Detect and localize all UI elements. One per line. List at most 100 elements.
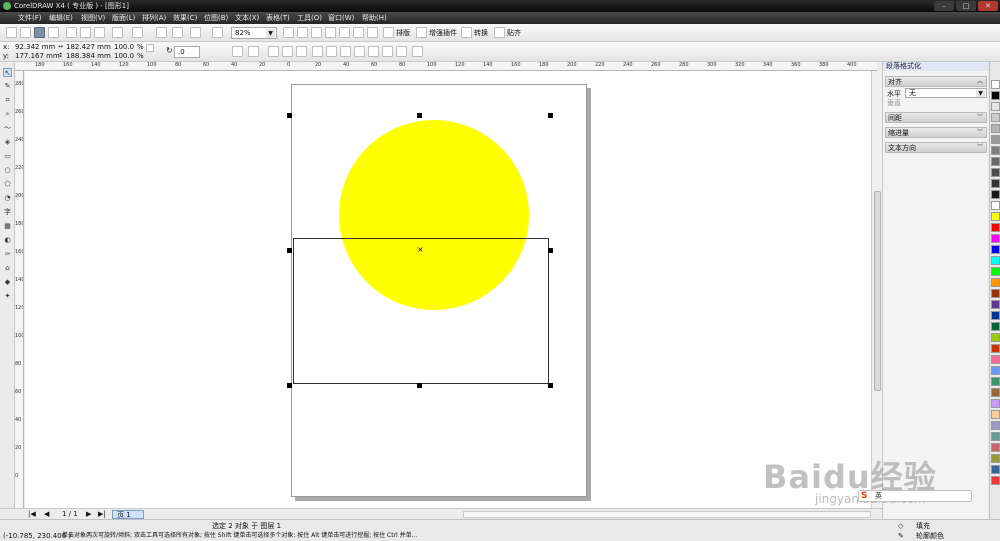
simplify-icon[interactable] [354, 46, 365, 57]
selection-handle[interactable] [287, 383, 292, 388]
menu-text[interactable]: 文本(X) [235, 12, 259, 24]
eyedropper-tool-icon[interactable]: ✑ [3, 250, 12, 259]
intersect-icon[interactable] [340, 46, 351, 57]
next-page-icon[interactable]: ▶ [86, 509, 91, 519]
create-boundary-icon[interactable] [396, 46, 407, 57]
y-position-field[interactable]: 177.167 mm [15, 51, 60, 61]
color-swatch[interactable] [991, 91, 1000, 100]
color-swatch[interactable] [991, 223, 1000, 232]
color-swatch[interactable] [991, 465, 1000, 474]
undo-icon[interactable] [112, 27, 123, 38]
align-distribute-icon[interactable] [412, 46, 423, 57]
trim-icon[interactable] [326, 46, 337, 57]
zoom-level-dropdown[interactable]: 82% ▼ [231, 27, 277, 39]
color-swatch[interactable] [991, 333, 1000, 342]
copy-icon[interactable] [80, 27, 91, 38]
application-launcher-icon[interactable] [190, 27, 201, 38]
zoom-width-icon[interactable] [353, 27, 364, 38]
paste-icon[interactable] [94, 27, 105, 38]
smart-fill-tool-icon[interactable]: ◈ [3, 138, 12, 147]
color-swatch[interactable] [991, 289, 1000, 298]
selection-handle[interactable] [548, 113, 553, 118]
polygon-tool-icon[interactable]: ⬠ [3, 180, 12, 189]
horizontal-align-dropdown[interactable]: 无 ▼ [905, 88, 987, 98]
color-swatch[interactable] [991, 454, 1000, 463]
docker-section-spacing[interactable]: 间距 ︾ [885, 112, 987, 123]
outline-indicator-icon[interactable]: ✎ [898, 531, 904, 541]
interactive-blend-tool-icon[interactable]: ◐ [3, 236, 12, 245]
zoom-page-icon[interactable] [339, 27, 350, 38]
selection-handle[interactable] [548, 248, 553, 253]
welcome-screen-icon[interactable] [212, 27, 223, 38]
zoom-selected-icon[interactable] [311, 27, 322, 38]
save-icon[interactable] [34, 27, 45, 38]
color-swatch[interactable] [991, 311, 1000, 320]
menu-help[interactable]: 帮助(H) [362, 12, 387, 24]
menu-bitmaps[interactable]: 位图(B) [204, 12, 228, 24]
enhance-plugin-button[interactable]: 增强插件 [429, 28, 457, 38]
color-swatch[interactable] [991, 124, 1000, 133]
color-swatch[interactable] [991, 256, 1000, 265]
menu-edit[interactable]: 编辑(E) [49, 12, 73, 24]
export-icon[interactable] [172, 27, 183, 38]
ungroup-all-icon[interactable] [296, 46, 307, 57]
color-swatch[interactable] [991, 168, 1000, 177]
layout-plugin-button[interactable]: 排版 [396, 28, 410, 38]
first-page-icon[interactable]: |◀ [28, 509, 36, 519]
menu-file[interactable]: 文件(F) [18, 12, 42, 24]
ungroup-icon[interactable] [282, 46, 293, 57]
color-swatch[interactable] [991, 366, 1000, 375]
color-swatch[interactable] [991, 399, 1000, 408]
new-icon[interactable] [6, 27, 17, 38]
close-button[interactable]: ✕ [978, 1, 998, 11]
zoom-tool-icon[interactable]: ⌕ [3, 110, 12, 119]
print-icon[interactable] [48, 27, 59, 38]
horizontal-scrollbar[interactable] [463, 511, 871, 518]
menu-layout[interactable]: 版面(L) [112, 12, 135, 24]
zoom-all-icon[interactable] [325, 27, 336, 38]
import-icon[interactable] [156, 27, 167, 38]
page-tab[interactable]: 页 1 [112, 510, 144, 519]
menu-window[interactable]: 窗口(W) [328, 12, 354, 24]
color-swatch[interactable] [991, 234, 1000, 243]
color-swatch[interactable] [991, 421, 1000, 430]
color-swatch[interactable] [991, 267, 1000, 276]
menu-tools[interactable]: 工具(O) [297, 12, 322, 24]
scale-y-field[interactable]: 100.0 [114, 51, 134, 61]
group-icon[interactable] [268, 46, 279, 57]
color-swatch[interactable] [991, 135, 1000, 144]
redo-icon[interactable] [132, 27, 143, 38]
shape-tool-icon[interactable]: ✎ [3, 82, 12, 91]
drawing-canvas[interactable]: × [25, 71, 871, 508]
front-minus-back-icon[interactable] [368, 46, 379, 57]
interactive-fill-tool-icon[interactable]: ✦ [3, 292, 12, 301]
fill-tool-icon[interactable]: ◆ [3, 278, 12, 287]
color-swatch[interactable] [991, 322, 1000, 331]
ime-toolbar[interactable]: S 英 [858, 490, 972, 502]
basic-shapes-tool-icon[interactable]: ◔ [3, 194, 12, 203]
snap-button[interactable]: 贴齐 [507, 28, 521, 38]
color-swatch[interactable] [991, 80, 1000, 89]
last-page-icon[interactable]: ▶| [98, 509, 106, 519]
color-swatch[interactable] [991, 190, 1000, 199]
selection-handle[interactable] [417, 383, 422, 388]
menu-table[interactable]: 表格(T) [266, 12, 290, 24]
mirror-vertical-icon[interactable] [248, 46, 259, 57]
minimize-button[interactable]: – [934, 1, 954, 11]
ellipse-tool-icon[interactable]: ○ [3, 166, 12, 175]
zoom-in-icon[interactable] [283, 27, 294, 38]
fill-indicator-icon[interactable]: ◇ [898, 521, 903, 531]
color-swatch[interactable] [991, 300, 1000, 309]
selection-center-marker-icon[interactable]: × [417, 246, 424, 254]
color-swatch[interactable] [991, 245, 1000, 254]
color-swatch[interactable] [991, 278, 1000, 287]
color-swatch[interactable] [991, 201, 1000, 210]
color-swatch[interactable] [991, 179, 1000, 188]
color-swatch[interactable] [991, 443, 1000, 452]
convert-button[interactable]: 转换 [474, 28, 488, 38]
vertical-scrollbar[interactable] [871, 71, 882, 508]
selection-handle[interactable] [417, 113, 422, 118]
crop-tool-icon[interactable]: ⌗ [3, 96, 12, 105]
vertical-scroll-thumb[interactable] [874, 191, 881, 391]
menu-view[interactable]: 视图(V) [81, 12, 105, 24]
